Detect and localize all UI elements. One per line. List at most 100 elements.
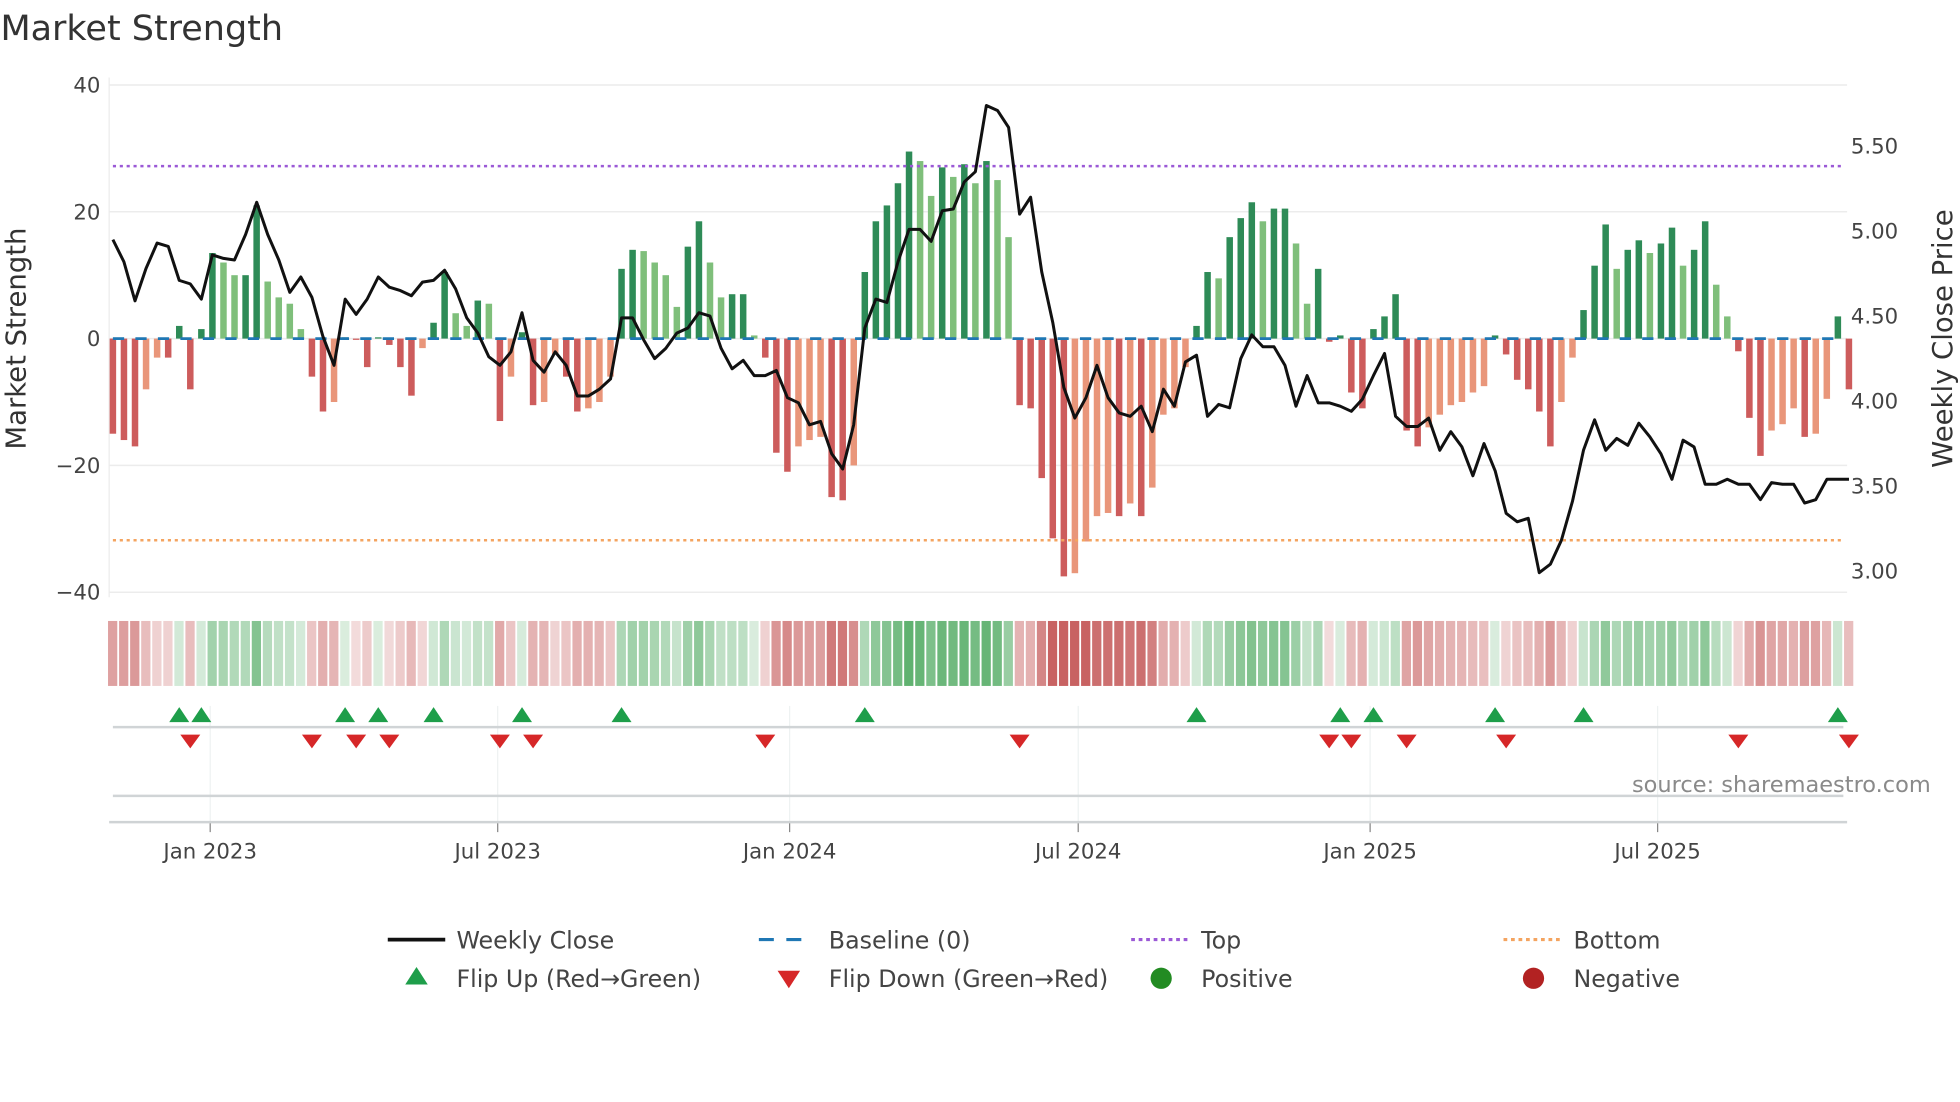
heat-cell bbox=[1202, 620, 1212, 686]
heat-cell bbox=[683, 620, 693, 686]
strength-bar bbox=[1480, 338, 1488, 387]
heat-cell bbox=[1766, 620, 1776, 686]
heat-cell bbox=[638, 620, 649, 686]
heat-cell bbox=[1058, 620, 1069, 686]
legend-negative-icon bbox=[1522, 967, 1545, 989]
strength-bar bbox=[1403, 338, 1410, 431]
strength-bar bbox=[1536, 338, 1543, 412]
strength-bar bbox=[972, 183, 979, 339]
heat-cell bbox=[1434, 620, 1445, 686]
heat-cell bbox=[450, 620, 461, 686]
strength-bar bbox=[1525, 338, 1532, 390]
strength-bar bbox=[1248, 202, 1256, 339]
heat-cell bbox=[793, 620, 803, 686]
strength-bar bbox=[463, 325, 470, 339]
y2-tick-label: 4.50 bbox=[1851, 305, 1898, 330]
strength-bar bbox=[297, 329, 305, 339]
strength-bar bbox=[485, 303, 493, 339]
strength-bar bbox=[319, 338, 327, 412]
legend-flip-up-icon bbox=[405, 967, 428, 985]
heat-cell bbox=[130, 620, 140, 686]
heat-cell bbox=[495, 620, 505, 686]
heat-cell bbox=[1147, 620, 1157, 686]
strength-bar bbox=[983, 161, 990, 339]
heat-cell bbox=[981, 620, 991, 686]
heat-cell bbox=[1235, 620, 1246, 686]
heat-cell bbox=[1047, 620, 1058, 686]
strength-bar bbox=[452, 313, 459, 339]
heat-cell bbox=[837, 620, 848, 686]
heat-cell bbox=[627, 620, 637, 686]
heat-cell bbox=[539, 620, 549, 686]
strength-bar bbox=[1712, 284, 1720, 339]
strength-bar bbox=[1746, 338, 1753, 418]
flip-up-marker bbox=[368, 707, 389, 723]
flip-down-marker bbox=[1341, 734, 1362, 749]
strength-bar bbox=[695, 221, 703, 339]
strength-bar bbox=[1757, 338, 1764, 456]
heat-cell bbox=[517, 620, 527, 686]
heat-cell bbox=[572, 620, 582, 686]
strength-bar bbox=[1469, 338, 1477, 393]
heat-cell bbox=[948, 620, 958, 686]
heat-cell bbox=[1545, 620, 1555, 686]
y-tick-label: 20 bbox=[73, 200, 100, 225]
heat-cell bbox=[904, 620, 914, 686]
heat-cell bbox=[1269, 620, 1279, 686]
flip-down-marker bbox=[1728, 734, 1749, 749]
strength-bar bbox=[1613, 268, 1620, 339]
flip-down-marker bbox=[1009, 734, 1030, 749]
source-label: source: sharemaestro.com bbox=[1632, 772, 1931, 798]
strength-bar bbox=[1580, 310, 1587, 339]
heat-cell bbox=[1346, 620, 1356, 686]
legend-flip-down-icon bbox=[777, 970, 801, 989]
x-tick-label: Jul 2023 bbox=[452, 839, 540, 864]
strength-bar bbox=[242, 275, 249, 339]
heat-cell bbox=[1600, 620, 1611, 686]
heat-cell bbox=[1501, 620, 1511, 686]
strength-bar bbox=[717, 297, 725, 339]
y2-axis-title: Weekly Close Price bbox=[1927, 209, 1959, 467]
strength-bar bbox=[1779, 338, 1786, 425]
heat-cell bbox=[937, 620, 947, 686]
heat-cell bbox=[1744, 620, 1754, 686]
heat-cell bbox=[108, 620, 118, 686]
heat-cell bbox=[1357, 620, 1367, 686]
heat-cell bbox=[583, 620, 593, 686]
strength-bar bbox=[1303, 303, 1311, 339]
strength-bar bbox=[1348, 338, 1355, 393]
strength-bar bbox=[142, 338, 150, 390]
strength-bar bbox=[220, 262, 227, 339]
heat-cell bbox=[1589, 620, 1599, 686]
heat-cell bbox=[1512, 620, 1522, 686]
flip-up-marker bbox=[335, 707, 356, 723]
strength-bar bbox=[1082, 338, 1090, 542]
strength-bar bbox=[1226, 237, 1233, 339]
heat-cell bbox=[1092, 620, 1102, 686]
y-axis-title: Market Strength bbox=[0, 228, 32, 450]
strength-bar bbox=[1812, 338, 1819, 434]
heat-cell bbox=[1368, 620, 1378, 686]
heat-cell bbox=[1070, 620, 1080, 686]
market-strength-chart: Market Strength 40 20 0 −20 −40 5.50 5.00 4.50 4… bbox=[0, 9, 1959, 993]
strength-bars bbox=[109, 151, 1853, 577]
heat-cell bbox=[1556, 620, 1566, 686]
heat-cell bbox=[1755, 620, 1765, 686]
heat-cell bbox=[694, 620, 704, 686]
heat-cell bbox=[760, 620, 770, 686]
heat-cell bbox=[1191, 620, 1201, 686]
heat-cell bbox=[1224, 620, 1235, 686]
heat-cell bbox=[926, 620, 936, 686]
heat-cell bbox=[550, 620, 560, 686]
heat-cell bbox=[218, 620, 228, 686]
legend-negative-label: Negative bbox=[1573, 965, 1679, 993]
flip-up-marker bbox=[611, 707, 632, 723]
heat-cell bbox=[163, 620, 173, 686]
strength-bar bbox=[1259, 221, 1267, 339]
flip-up-marker bbox=[1363, 707, 1384, 723]
heat-cell bbox=[1412, 620, 1423, 686]
strength-bar bbox=[994, 180, 1001, 339]
strength-bar bbox=[1005, 237, 1012, 339]
strength-bar bbox=[1292, 243, 1300, 339]
heat-cell bbox=[1169, 620, 1179, 686]
